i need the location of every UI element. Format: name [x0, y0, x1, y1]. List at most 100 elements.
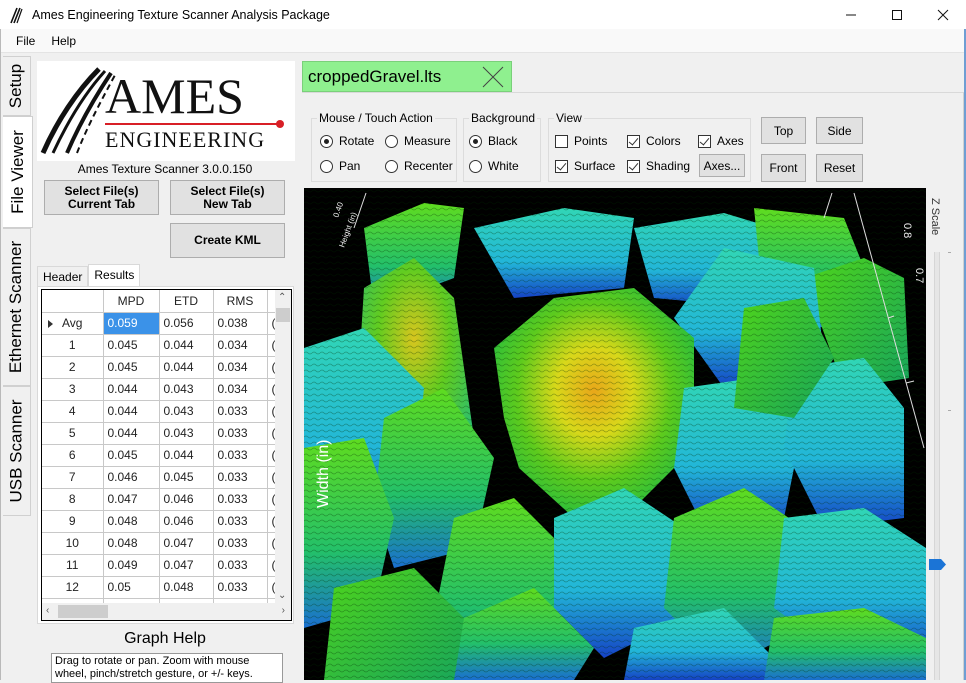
table-row[interactable]: Avg 0.059 0.056 0.038(	[42, 312, 281, 335]
cell-rms[interactable]: 0.033	[213, 422, 268, 445]
vertical-scroll-thumb[interactable]	[276, 308, 290, 322]
file-tab-cropped-gravel[interactable]: croppedGravel.lts	[302, 61, 512, 92]
cell-etd[interactable]: 0.047	[159, 532, 214, 555]
cell-mpd[interactable]: 0.048	[103, 532, 160, 555]
view-top-button[interactable]: Top	[761, 117, 806, 144]
tab-setup[interactable]: Setup	[3, 56, 31, 116]
view-reset-button[interactable]: Reset	[816, 154, 863, 182]
cell-mpd[interactable]: 0.044	[103, 400, 160, 423]
radio-measure-indicator[interactable]	[385, 134, 398, 148]
column-header-rms[interactable]: RMS	[213, 290, 268, 313]
radio-pan-indicator[interactable]	[320, 159, 333, 173]
cell-mpd[interactable]: 0.048	[103, 510, 160, 533]
checkbox-surface[interactable]: Surface	[555, 159, 615, 173]
cell-rms[interactable]: 0.033	[213, 510, 268, 533]
row-label[interactable]: 8	[42, 488, 104, 511]
table-row[interactable]: 11 0.049 0.047 0.033(	[42, 554, 281, 577]
cell-etd[interactable]: 0.043	[159, 378, 214, 401]
row-label[interactable]: 6	[42, 444, 104, 467]
row-label[interactable]: Avg	[42, 312, 104, 335]
select-files-new-tab-button[interactable]: Select File(s) New Tab	[170, 180, 285, 215]
checkbox-axes-box[interactable]	[698, 134, 711, 148]
z-scale-slider-track[interactable]	[934, 252, 940, 680]
cell-etd[interactable]: 0.046	[159, 510, 214, 533]
table-row[interactable]: 2 0.045 0.044 0.034(	[42, 356, 281, 379]
cell-mpd[interactable]: 0.045	[103, 334, 160, 357]
tab-usb-scanner[interactable]: USB Scanner	[3, 386, 31, 516]
radio-pan[interactable]: Pan	[320, 159, 360, 173]
create-kml-button[interactable]: Create KML	[170, 223, 285, 258]
checkbox-shading-box[interactable]	[627, 159, 640, 173]
view-side-button[interactable]: Side	[816, 117, 863, 144]
table-row[interactable]: 5 0.044 0.043 0.033(	[42, 422, 281, 445]
table-row[interactable]: 8 0.047 0.046 0.033(	[42, 488, 281, 511]
maximize-button[interactable]	[874, 0, 920, 29]
row-label[interactable]: 2	[42, 356, 104, 379]
table-row[interactable]: 12 0.05 0.048 0.033(	[42, 576, 281, 599]
axes-settings-button[interactable]: Axes...	[699, 154, 745, 177]
row-label[interactable]: 5	[42, 422, 104, 445]
cell-mpd[interactable]: 0.046	[103, 466, 160, 489]
radio-rotate-indicator[interactable]	[320, 134, 333, 148]
cell-mpd[interactable]: 0.047	[103, 488, 160, 511]
table-row[interactable]: 9 0.048 0.046 0.033(	[42, 510, 281, 533]
row-label[interactable]: 12	[42, 576, 104, 599]
cell-rms[interactable]: 0.033	[213, 554, 268, 577]
cell-mpd[interactable]: 0.059	[103, 312, 160, 335]
radio-measure[interactable]: Measure	[385, 134, 451, 148]
select-files-current-tab-button[interactable]: Select File(s) Current Tab	[44, 180, 159, 215]
checkbox-points-box[interactable]	[555, 134, 568, 148]
results-vertical-scrollbar[interactable]: ⌃ ⌄	[275, 290, 291, 603]
results-horizontal-scrollbar[interactable]: ‹ ›	[42, 603, 291, 620]
tab-ethernet-scanner[interactable]: Ethernet Scanner	[3, 228, 31, 386]
column-header-etd[interactable]: ETD	[159, 290, 214, 313]
tab-file-viewer[interactable]: File Viewer	[3, 116, 33, 228]
radio-rotate[interactable]: Rotate	[320, 134, 374, 148]
column-header-mpd[interactable]: MPD	[103, 290, 160, 313]
table-row[interactable]: 10 0.048 0.047 0.033(	[42, 532, 281, 555]
tab-results[interactable]: Results	[88, 264, 141, 286]
radio-recenter-indicator[interactable]	[385, 159, 398, 173]
menu-file[interactable]: File	[8, 34, 43, 48]
cell-etd[interactable]: 0.056	[159, 312, 214, 335]
checkbox-axes[interactable]: Axes	[698, 134, 744, 148]
cell-rms[interactable]: 0.033	[213, 576, 268, 599]
view-front-button[interactable]: Front	[761, 154, 806, 182]
cell-rms[interactable]: 0.034	[213, 356, 268, 379]
radio-white[interactable]: White	[469, 159, 519, 173]
row-label[interactable]: 11	[42, 554, 104, 577]
radio-recenter[interactable]: Recenter	[385, 159, 453, 173]
cell-mpd[interactable]: 0.049	[103, 554, 160, 577]
table-row[interactable]: 3 0.044 0.043 0.034(	[42, 378, 281, 401]
row-label[interactable]: 10	[42, 532, 104, 555]
cell-mpd[interactable]: 0.045	[103, 444, 160, 467]
horizontal-scroll-thumb[interactable]	[58, 605, 108, 618]
scroll-down-icon[interactable]: ⌄	[278, 590, 286, 601]
close-tab-icon[interactable]	[481, 65, 505, 89]
cell-rms[interactable]: 0.033	[213, 400, 268, 423]
table-row[interactable]: 7 0.046 0.045 0.033(	[42, 466, 281, 489]
cell-etd[interactable]: 0.044	[159, 444, 214, 467]
cell-etd[interactable]: 0.047	[159, 554, 214, 577]
scroll-right-icon[interactable]: ›	[282, 605, 285, 616]
cell-etd[interactable]: 0.044	[159, 334, 214, 357]
radio-white-indicator[interactable]	[469, 159, 482, 173]
close-button[interactable]	[920, 0, 966, 29]
cell-rms[interactable]: 0.034	[213, 334, 268, 357]
cell-etd[interactable]: 0.046	[159, 488, 214, 511]
surface-3d-viewport[interactable]: 0.8 0.7 Height (in) 0.40 Width (in)	[304, 188, 926, 680]
cell-mpd[interactable]: 0.05	[103, 576, 160, 599]
radio-black[interactable]: Black	[469, 134, 517, 148]
tab-header[interactable]: Header	[37, 266, 89, 286]
row-label[interactable]: 4	[42, 400, 104, 423]
cell-rms[interactable]: 0.034	[213, 378, 268, 401]
scroll-left-icon[interactable]: ‹	[46, 605, 49, 616]
row-label[interactable]: 7	[42, 466, 104, 489]
cell-mpd[interactable]: 0.044	[103, 378, 160, 401]
cell-rms[interactable]: 0.033	[213, 444, 268, 467]
checkbox-points[interactable]: Points	[555, 134, 607, 148]
cell-rms[interactable]: 0.033	[213, 532, 268, 555]
cell-etd[interactable]: 0.045	[159, 466, 214, 489]
checkbox-colors-box[interactable]	[627, 134, 640, 148]
cell-mpd[interactable]: 0.044	[103, 422, 160, 445]
